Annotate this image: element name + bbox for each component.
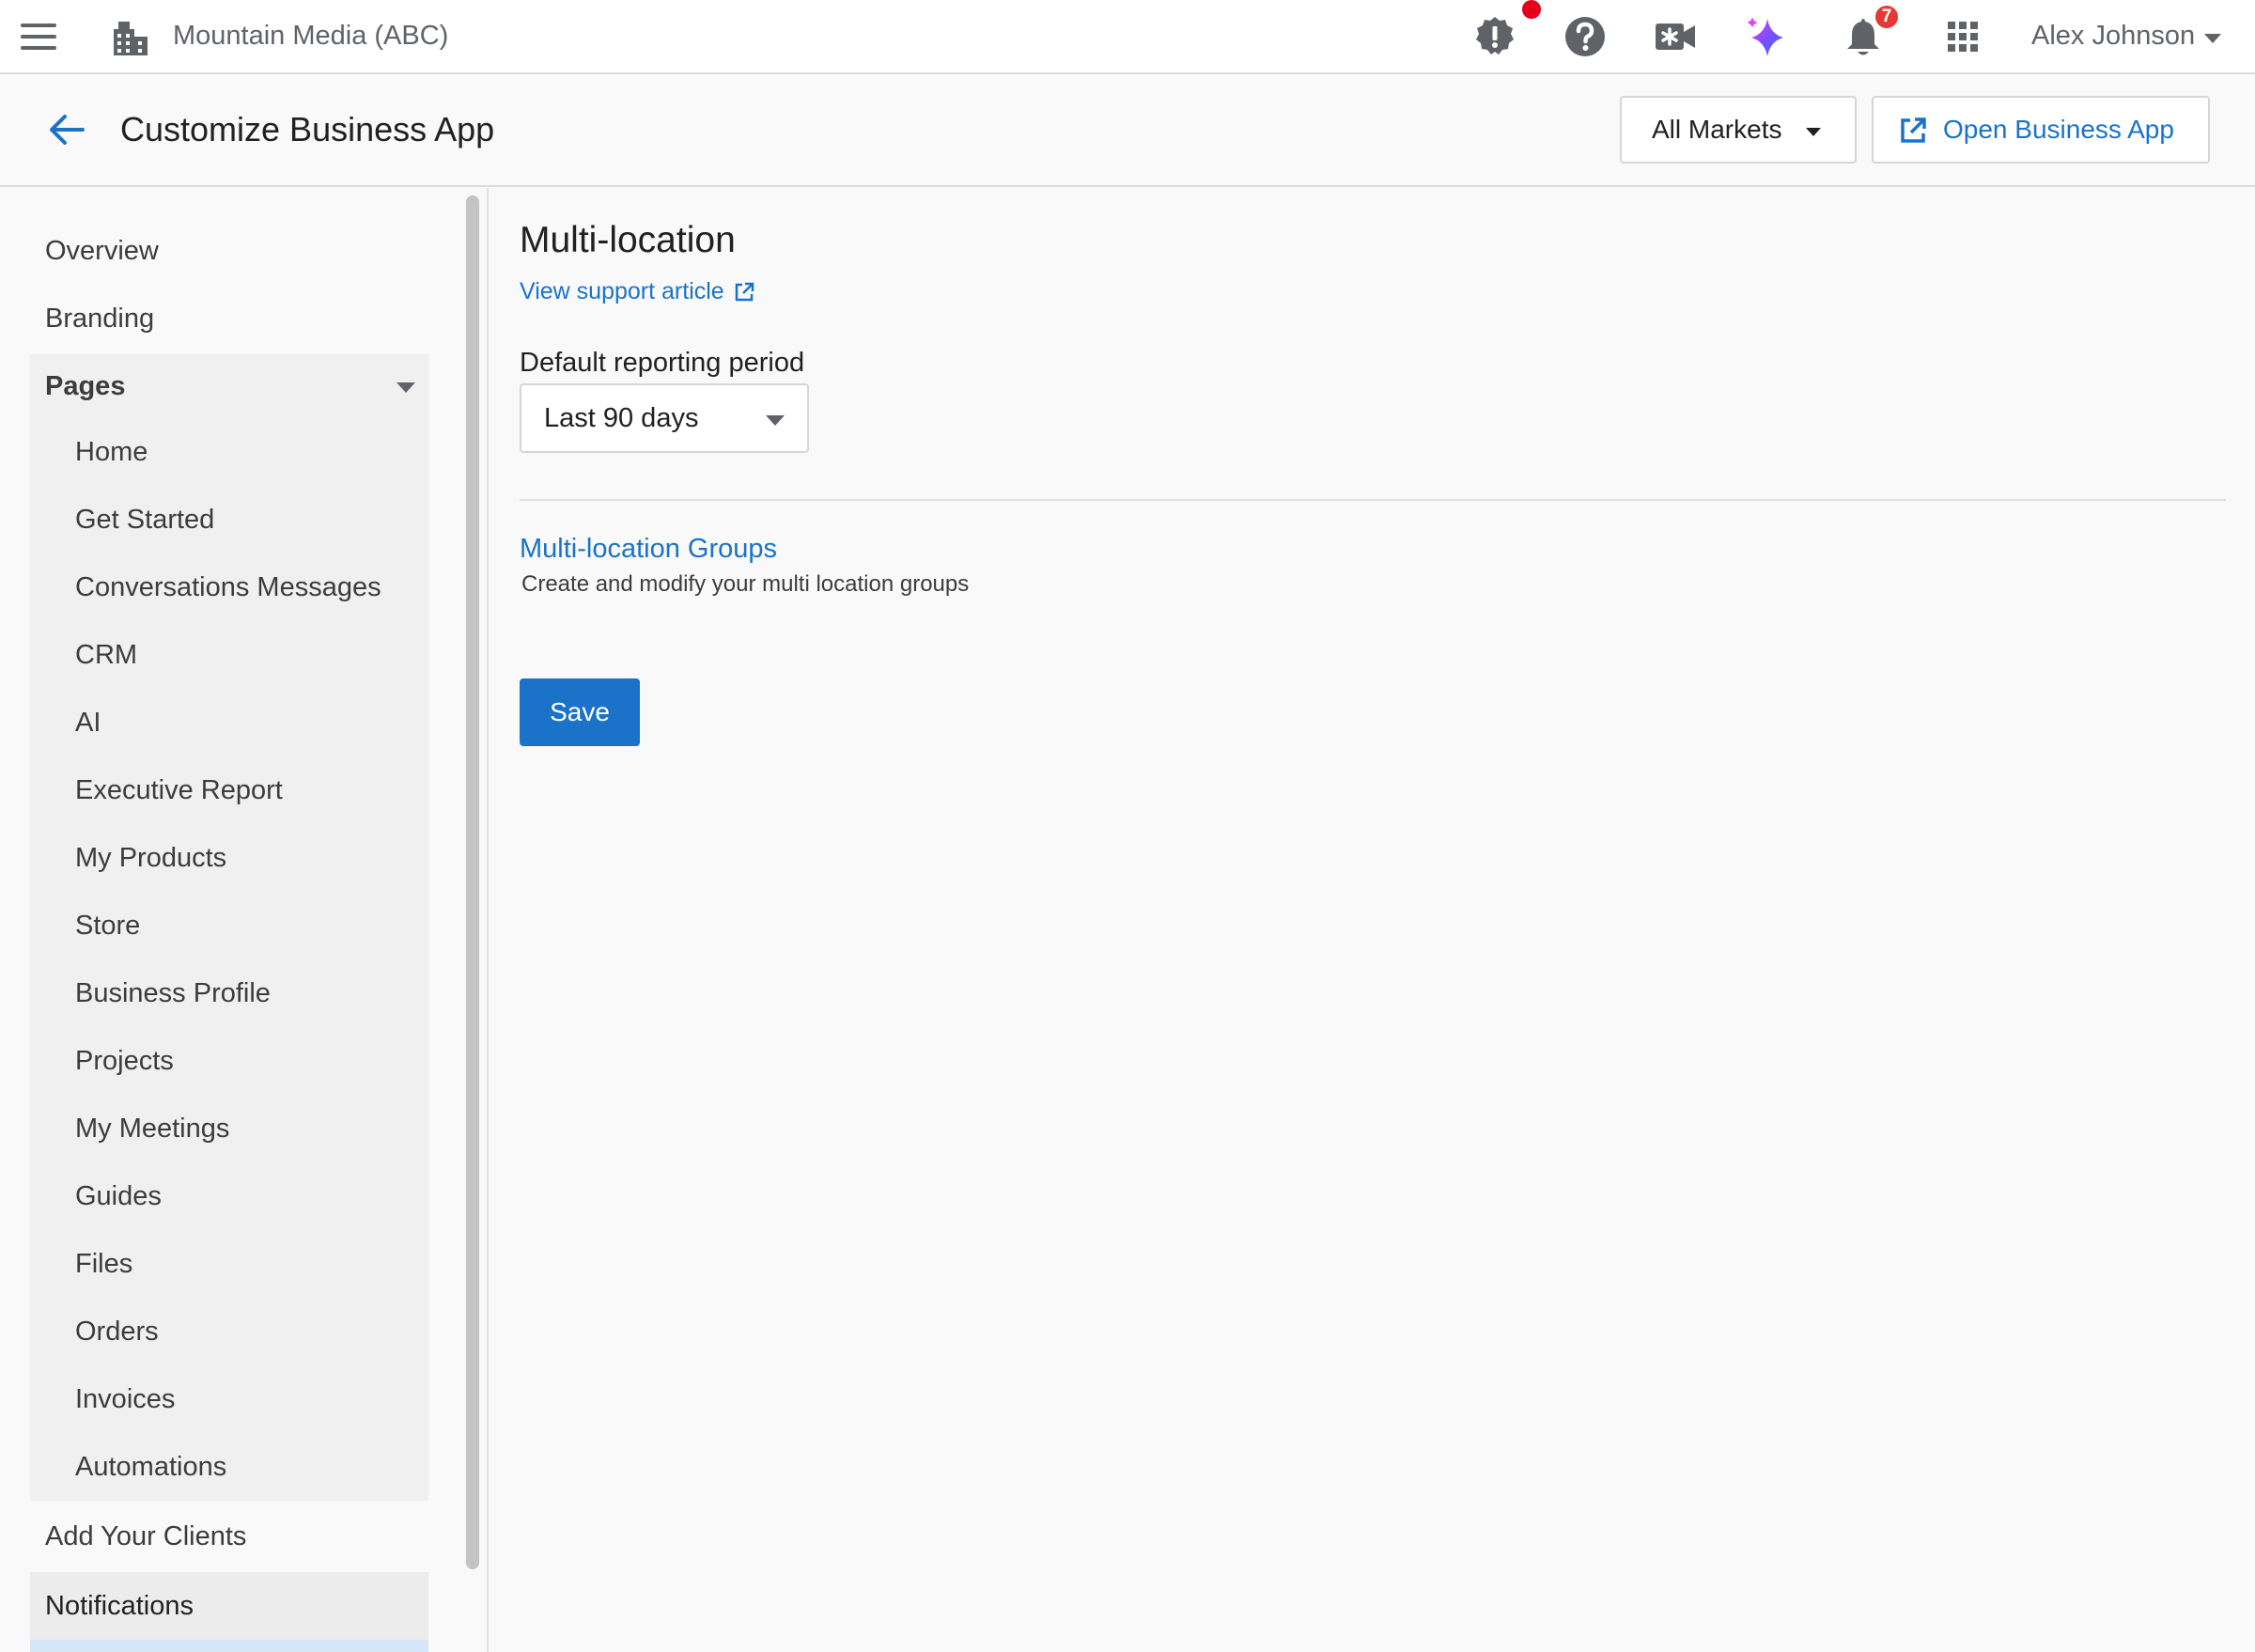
sidebar-item-files[interactable]: Files — [30, 1230, 428, 1298]
sidebar-item-my-products[interactable]: My Products — [30, 824, 428, 892]
sidebar-item-executive-report[interactable]: Executive Report — [30, 756, 428, 824]
sidebar-item-my-meetings[interactable]: My Meetings — [30, 1095, 428, 1162]
reporting-period-select[interactable]: Last 90 days — [520, 383, 809, 453]
multi-location-groups-link[interactable]: Multi-location Groups — [520, 534, 777, 565]
reporting-period-value: Last 90 days — [544, 402, 699, 433]
sidebar-item-branding[interactable]: Branding — [30, 287, 428, 351]
sidebar-item-label: CRM — [75, 639, 138, 670]
org-name[interactable]: Mountain Media (ABC) — [173, 21, 448, 52]
sidebar-item-label: Projects — [75, 1045, 174, 1076]
help-icon[interactable] — [1562, 13, 1609, 60]
external-link-icon — [735, 282, 754, 301]
sidebar-item-label: Branding — [45, 303, 155, 334]
sidebar-item-label: Store — [75, 910, 141, 941]
sidebar-item-label: Conversations Messages — [75, 571, 381, 602]
section-title: Multi-location — [520, 220, 736, 260]
sidebar-item-label: Home — [75, 436, 148, 467]
caret-down-icon — [1806, 128, 1821, 136]
video-icon[interactable] — [1652, 13, 1699, 60]
main-content: Multi-location View support article Defa… — [489, 188, 2255, 1652]
sidebar-item-label: Pages — [45, 370, 126, 401]
sidebar-item-add-your-clients[interactable]: Add Your Clients — [30, 1504, 428, 1568]
page-header: Customize Business App All Markets Open … — [0, 74, 2255, 187]
sidebar-item-label: AI — [75, 707, 101, 738]
sidebar-item-guides[interactable]: Guides — [30, 1162, 428, 1230]
sidebar-item-conversations[interactable]: Conversations Messages — [30, 553, 428, 621]
sidebar: Overview Branding Pages Home Get Started… — [0, 188, 460, 1652]
sidebar-item-label: Orders — [75, 1316, 159, 1347]
sidebar-item-crm[interactable]: CRM — [30, 621, 428, 689]
sidebar-item-invoices[interactable]: Invoices — [30, 1365, 428, 1433]
save-button[interactable]: Save — [520, 678, 640, 746]
caret-down-icon — [397, 382, 415, 393]
sidebar-item-label: My Meetings — [75, 1113, 230, 1144]
sidebar-item-label: Guides — [75, 1180, 162, 1211]
sidebar-item-label: Notifications — [45, 1590, 194, 1621]
notification-count-badge: 7 — [1874, 4, 1900, 30]
sidebar-item-get-started[interactable]: Get Started — [30, 486, 428, 553]
sidebar-item-label: Files — [75, 1248, 133, 1279]
sidebar-item-label: Business Profile — [75, 977, 271, 1008]
external-link-icon — [1901, 117, 1926, 143]
sidebar-item-label: Executive Report — [75, 774, 283, 805]
support-article-label: View support article — [520, 278, 724, 304]
sidebar-item-projects[interactable]: Projects — [30, 1027, 428, 1095]
multi-location-groups-description: Create and modify your multi location gr… — [521, 571, 970, 597]
support-article-link[interactable]: View support article — [520, 278, 754, 305]
sidebar-item-selected[interactable] — [30, 1640, 428, 1652]
sidebar-item-label: Invoices — [75, 1383, 176, 1414]
caret-down-icon — [766, 415, 785, 426]
alert-badge — [1522, 0, 1541, 19]
building-icon — [114, 22, 148, 55]
sidebar-item-business-profile[interactable]: Business Profile — [30, 959, 428, 1027]
sidebar-item-ai[interactable]: AI — [30, 689, 428, 756]
sidebar-scrollbar-thumb[interactable] — [466, 195, 479, 1569]
sidebar-item-label: Automations — [75, 1451, 227, 1482]
sidebar-item-overview[interactable]: Overview — [30, 219, 428, 283]
sidebar-item-label: My Products — [75, 842, 227, 873]
user-name[interactable]: Alex Johnson — [2031, 21, 2195, 52]
chevron-down-icon[interactable] — [2204, 34, 2221, 43]
reporting-period-label: Default reporting period — [520, 348, 805, 378]
apps-grid-icon[interactable] — [1939, 13, 1986, 60]
sidebar-item-label: Add Your Clients — [45, 1520, 247, 1551]
ai-sparkle-icon[interactable] — [1742, 13, 1789, 60]
sidebar-item-notifications[interactable]: Notifications — [30, 1572, 428, 1640]
sidebar-item-label: Get Started — [75, 504, 215, 535]
markets-label: All Markets — [1652, 115, 1782, 144]
sidebar-item-label: Overview — [45, 235, 159, 266]
sidebar-item-store[interactable]: Store — [30, 892, 428, 959]
markets-dropdown[interactable]: All Markets — [1620, 96, 1857, 164]
top-bar: Mountain Media (ABC) 7 Alex Johnson — [0, 0, 2255, 74]
alert-icon[interactable] — [1471, 13, 1518, 60]
sidebar-item-orders[interactable]: Orders — [30, 1298, 428, 1365]
sidebar-group-pages[interactable]: Pages — [30, 354, 428, 418]
section-divider — [520, 499, 2226, 501]
menu-icon[interactable] — [21, 23, 56, 52]
sidebar-item-automations[interactable]: Automations — [30, 1433, 428, 1501]
back-arrow-icon[interactable] — [47, 110, 86, 149]
open-business-app-label: Open Business App — [1943, 115, 2174, 144]
page-title: Customize Business App — [120, 110, 495, 148]
open-business-app-button[interactable]: Open Business App — [1872, 96, 2210, 164]
sidebar-item-home[interactable]: Home — [30, 418, 428, 486]
